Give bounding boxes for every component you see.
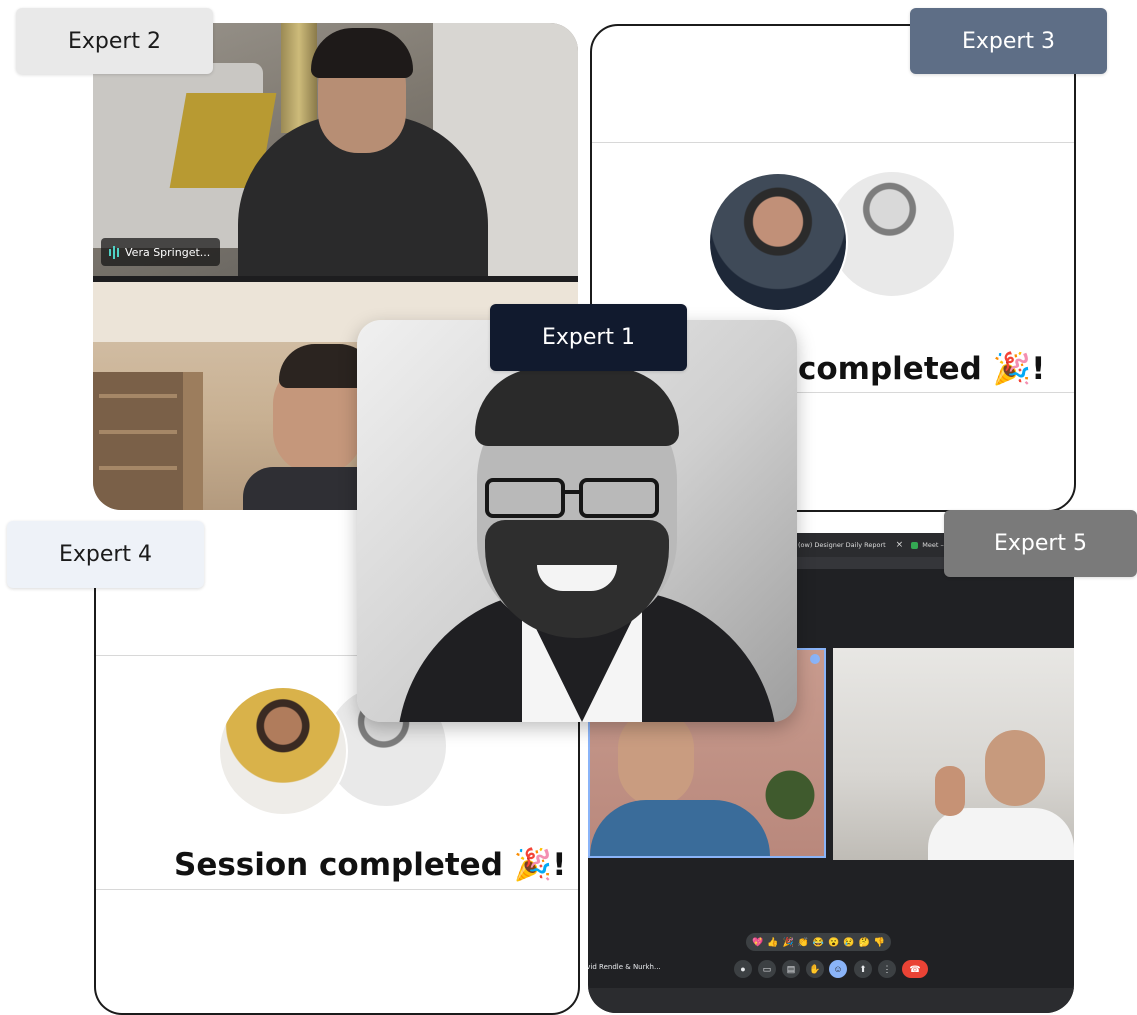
meet-tab-icon — [911, 541, 919, 549]
reaction-laugh[interactable]: 😂 — [813, 937, 824, 948]
reaction-thumbs-up[interactable]: 👍 — [767, 937, 778, 948]
expert-avatar-color — [218, 686, 348, 816]
glasses-left — [485, 478, 565, 518]
reaction-bar: 💖 👍 🎉 👏 😂 😮 😢 🤔 👎 — [746, 933, 891, 951]
divider-top — [592, 142, 1074, 143]
end-call-icon[interactable]: ☎ — [902, 960, 928, 978]
expert-avatar-color — [708, 172, 848, 312]
pin-icon[interactable] — [810, 654, 820, 664]
expert-5-label: Expert 5 — [944, 510, 1137, 577]
meeting-title: avid Rendle & Nurkh... — [588, 963, 661, 971]
camera-icon[interactable]: ▭ — [758, 960, 776, 978]
reaction-sad[interactable]: 😢 — [843, 937, 854, 948]
reaction-thinking[interactable]: 🤔 — [859, 937, 870, 948]
more-icon[interactable]: ⋮ — [878, 960, 896, 978]
browser-tab-1[interactable]: (ow) Designer Daily Report — [798, 541, 886, 549]
david-sweater — [590, 800, 770, 856]
user-avatar-bw — [830, 172, 954, 296]
portrait-hair — [475, 368, 679, 446]
captions-icon[interactable]: ▤ — [782, 960, 800, 978]
audio-level-icon — [109, 245, 119, 259]
bottom-bar — [588, 988, 1074, 1013]
participant-name: Vera Springet... — [125, 245, 211, 259]
plant-shape — [765, 740, 815, 850]
mic-icon[interactable]: ● — [734, 960, 752, 978]
present-icon[interactable]: ⬆ — [854, 960, 872, 978]
expert-1-card — [357, 320, 797, 722]
expert-4-label: Expert 4 — [7, 521, 204, 588]
glasses-bridge — [563, 490, 581, 494]
person-hair — [311, 28, 413, 78]
session-completed-text: Session completed 🎉! — [174, 847, 567, 883]
reaction-clap[interactable]: 👏 — [798, 937, 809, 948]
participant-name-tag: Vera Springet... — [101, 238, 221, 266]
nurkh-face — [985, 730, 1045, 806]
expert-1-label: Expert 1 — [490, 304, 687, 371]
wall-panel — [183, 372, 203, 510]
emoji-icon[interactable]: ☺ — [829, 960, 847, 978]
thumbs-up-hand — [935, 766, 965, 816]
divider-bottom — [96, 889, 578, 890]
glasses-right — [579, 478, 659, 518]
session-completed-text: completed 🎉! — [798, 351, 1046, 387]
hand-icon[interactable]: ✋ — [806, 960, 824, 978]
reaction-party[interactable]: 🎉 — [782, 937, 793, 948]
expert-3-label: Expert 3 — [910, 8, 1107, 74]
brass-lamp — [281, 23, 317, 133]
reaction-heart[interactable]: 💖 — [752, 937, 763, 948]
expert-2-label: Expert 2 — [16, 8, 213, 74]
reaction-thumbs-down[interactable]: 👎 — [874, 937, 885, 948]
reaction-surprise[interactable]: 😮 — [828, 937, 839, 948]
tab-close-icon[interactable]: × — [896, 540, 904, 550]
david-face — [618, 710, 694, 806]
bookshelf — [93, 372, 183, 510]
video-tile-nurkh — [833, 648, 1074, 860]
